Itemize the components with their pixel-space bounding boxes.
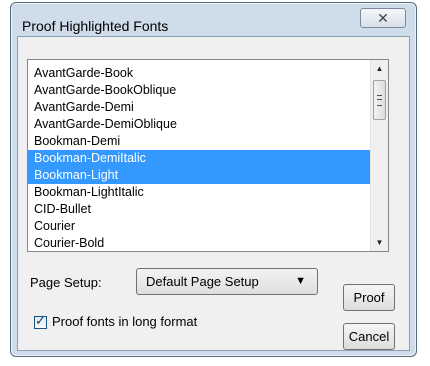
- page-setup-dropdown[interactable]: Default Page Setup ▼: [136, 268, 318, 295]
- font-list: AvantGarde-Book AvantGarde-BookOblique Ava…: [28, 65, 370, 251]
- font-list-item[interactable]: Bookman-Demi: [28, 133, 370, 150]
- chevron-down-icon: ▼: [295, 275, 306, 287]
- font-list-item[interactable]: Bookman-Light: [28, 167, 370, 184]
- font-listbox[interactable]: AvantGarde-Book AvantGarde-BookOblique Ava…: [27, 59, 389, 252]
- check-icon: ✓: [35, 313, 46, 328]
- page-setup-value: Default Page Setup: [146, 274, 259, 289]
- font-list-item[interactable]: AvantGarde-Demi: [28, 99, 370, 116]
- font-list-item[interactable]: Courier: [28, 218, 370, 235]
- listbox-scrollbar[interactable]: ▲ ▼: [370, 60, 388, 251]
- proof-button[interactable]: Proof: [343, 284, 395, 311]
- font-list-item[interactable]: AvantGarde-BookOblique: [28, 82, 370, 99]
- font-list-item[interactable]: Bookman-DemiItalic: [28, 150, 370, 167]
- font-list-item[interactable]: Courier-Bold: [28, 235, 370, 251]
- dialog-body: AvantGarde-Book AvantGarde-BookOblique Ava…: [17, 36, 410, 351]
- font-list-item[interactable]: Bookman-LightItalic: [28, 184, 370, 201]
- dialog-title: Proof Highlighted Fonts: [22, 18, 169, 34]
- font-list-item[interactable]: AvantGarde-Book: [28, 65, 370, 82]
- long-format-checkbox[interactable]: ✓: [34, 313, 47, 329]
- cancel-button[interactable]: Cancel: [343, 323, 395, 350]
- scroll-up-icon[interactable]: ▲: [371, 60, 388, 77]
- scroll-down-icon[interactable]: ▼: [371, 234, 388, 251]
- close-button[interactable]: ✕: [360, 8, 406, 28]
- long-format-label[interactable]: Proof fonts in long format: [52, 314, 197, 329]
- page-setup-label: Page Setup:: [30, 275, 102, 290]
- close-icon: ✕: [377, 10, 389, 26]
- scroll-thumb[interactable]: [373, 80, 386, 120]
- font-list-item[interactable]: AvantGarde-DemiOblique: [28, 116, 370, 133]
- font-list-item[interactable]: CID-Bullet: [28, 201, 370, 218]
- proof-fonts-dialog: Proof Highlighted Fonts ✕ AvantGarde-Boo…: [10, 2, 417, 357]
- grip-icon: [377, 95, 382, 106]
